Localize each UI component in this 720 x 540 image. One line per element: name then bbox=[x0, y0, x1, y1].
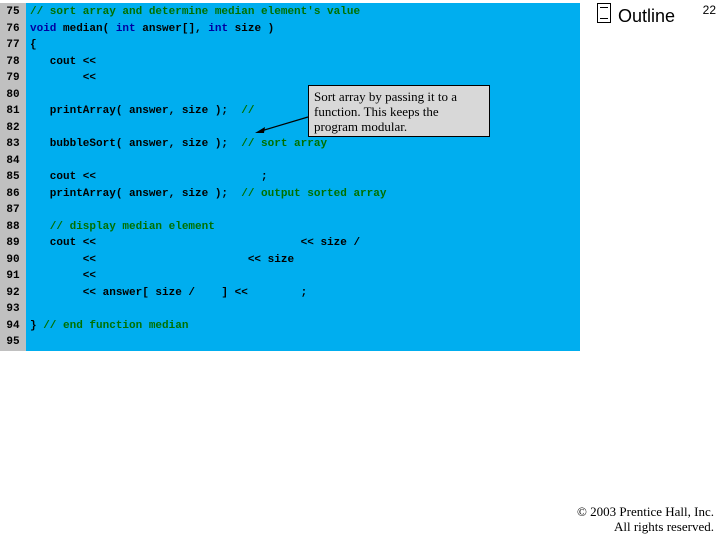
ln: 90 bbox=[6, 254, 19, 266]
ln: 91 bbox=[6, 270, 19, 282]
outline-heading: Outline bbox=[618, 6, 675, 27]
callout-text: Sort array by passing it to a function. … bbox=[314, 89, 457, 134]
ln: 87 bbox=[6, 204, 19, 216]
callout-box: Sort array by passing it to a function. … bbox=[308, 85, 490, 137]
ln: 89 bbox=[6, 237, 19, 249]
kw-int: int bbox=[208, 23, 228, 35]
ln: 93 bbox=[6, 303, 19, 315]
code: cout << ; bbox=[30, 171, 268, 183]
kw-void: void bbox=[30, 23, 56, 35]
code: cout << << size / bbox=[30, 237, 367, 249]
ln: 95 bbox=[6, 336, 19, 348]
ln: 86 bbox=[6, 188, 19, 200]
code: { bbox=[30, 39, 37, 51]
code: } bbox=[30, 320, 43, 332]
code-comment: // sort array and determine median eleme… bbox=[30, 6, 360, 18]
code: printArray( answer, size ); bbox=[30, 188, 241, 200]
ln: 82 bbox=[6, 122, 19, 134]
ln: 75 bbox=[6, 6, 19, 18]
code-area: 75 76 77 78 79 80 81 82 83 84 85 86 87 8… bbox=[0, 3, 580, 351]
code: printArray( answer, size ); bbox=[30, 105, 241, 117]
ln: 92 bbox=[6, 287, 19, 299]
code: << bbox=[30, 72, 103, 84]
code-content: // sort array and determine median eleme… bbox=[30, 4, 386, 334]
ln: 81 bbox=[6, 105, 19, 117]
code-comment: // bbox=[241, 105, 261, 117]
ln: 84 bbox=[6, 155, 19, 167]
code-comment: // sort array bbox=[241, 138, 327, 150]
ln: 79 bbox=[6, 72, 19, 84]
ln: 83 bbox=[6, 138, 19, 150]
ln: 88 bbox=[6, 221, 19, 233]
code: size ) bbox=[228, 23, 274, 35]
outline-marker-icon bbox=[597, 3, 611, 23]
ln: 94 bbox=[6, 320, 19, 332]
code: << answer[ size / ] << ; bbox=[30, 287, 307, 299]
code: median( bbox=[56, 23, 115, 35]
code-comment: // output sorted array bbox=[241, 188, 386, 200]
ln: 80 bbox=[6, 89, 19, 101]
code: << << size bbox=[30, 254, 294, 266]
code: bubbleSort( answer, size ); bbox=[30, 138, 241, 150]
code: cout << bbox=[30, 56, 103, 68]
ln: 78 bbox=[6, 56, 19, 68]
copyright-line: All rights reserved. bbox=[577, 519, 714, 534]
code-comment: // end function median bbox=[43, 320, 188, 332]
copyright-line: © 2003 Prentice Hall, Inc. bbox=[577, 504, 714, 519]
page-number: 22 bbox=[703, 3, 716, 17]
kw-int: int bbox=[116, 23, 136, 35]
ln: 76 bbox=[6, 23, 19, 35]
line-number-gutter: 75 76 77 78 79 80 81 82 83 84 85 86 87 8… bbox=[0, 3, 26, 351]
ln: 85 bbox=[6, 171, 19, 183]
copyright: © 2003 Prentice Hall, Inc. All rights re… bbox=[577, 504, 714, 534]
code: answer[], bbox=[136, 23, 209, 35]
code: << bbox=[30, 270, 103, 282]
ln: 77 bbox=[6, 39, 19, 51]
code-comment: // display median element bbox=[30, 221, 215, 233]
